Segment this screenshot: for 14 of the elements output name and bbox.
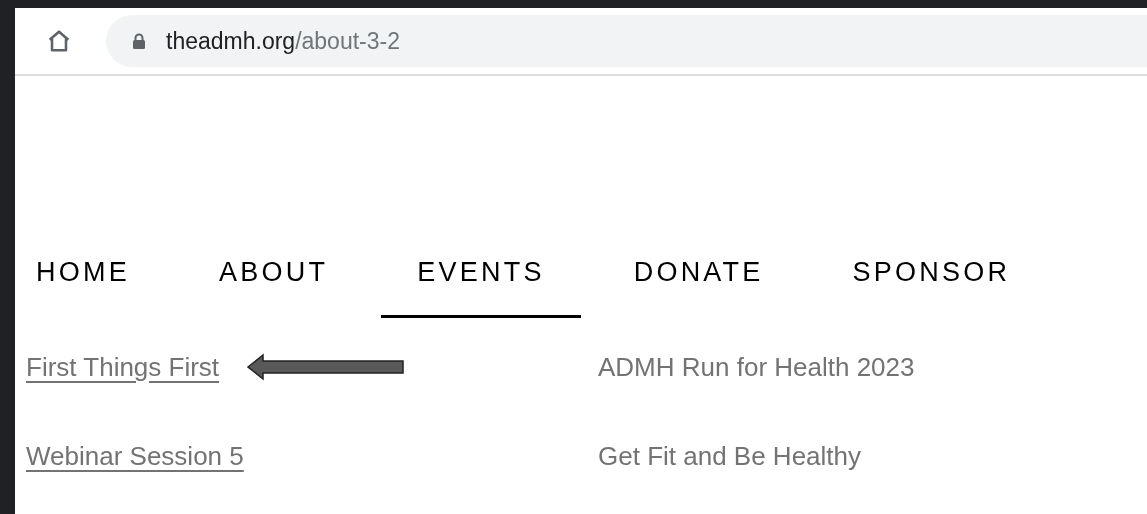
nav-tab[interactable]: ABOUT	[182, 246, 365, 318]
lock-icon	[132, 33, 146, 49]
nav-tab[interactable]: HOME	[0, 246, 166, 318]
nav-tab[interactable]: SPONSOR	[816, 246, 1047, 318]
url-domain: theadmh.org	[166, 26, 296, 56]
url-path: /about-3-2	[295, 26, 400, 56]
event-link[interactable]: First Things First	[26, 347, 220, 387]
nav-tab[interactable]: DONATE	[597, 246, 800, 318]
event-link[interactable]: Get Fit and Be Healthy	[598, 436, 862, 476]
nav-tab[interactable]: EVENTS	[381, 246, 581, 318]
event-link[interactable]: Webinar Session 5	[26, 436, 244, 476]
arrow-icon	[247, 353, 406, 381]
address-field[interactable]: theadmh.org/about-3-2	[106, 15, 1147, 67]
event-link[interactable]: ADMH Run for Health 2023	[598, 347, 915, 387]
